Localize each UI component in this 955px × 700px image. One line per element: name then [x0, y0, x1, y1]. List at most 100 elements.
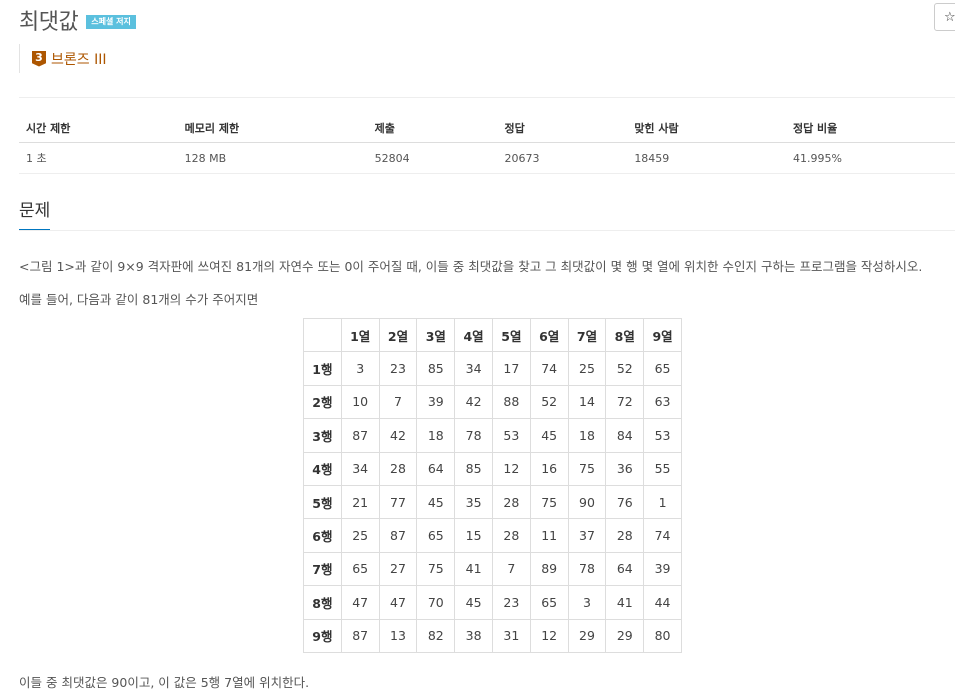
grid-cell: 42: [378, 418, 418, 453]
grid-cell: 16: [529, 451, 569, 486]
grid-cell: 52: [605, 351, 645, 386]
grid-cell: 38: [454, 618, 493, 653]
grid-cell: 12: [491, 451, 531, 486]
grid-cell: 80: [643, 618, 682, 653]
grid-cell: 52: [529, 384, 569, 420]
grid-row: 8행 47 47 70 45 23 65 3 41 44: [303, 585, 682, 620]
example-grid-table: 1열 2열 3열 4열 5열 6열 7열 8열 9열 1행 3 23 85 34 17 74 25 52 65 2행…: [303, 317, 682, 653]
grid-cell: 36: [605, 451, 645, 486]
header-submissions: 제출: [367, 114, 498, 143]
grid-cell: 13: [378, 618, 418, 653]
grid-cell: 25: [567, 351, 607, 386]
favorite-button[interactable]: ☆: [934, 3, 955, 31]
grid-cell: 31: [491, 618, 531, 653]
grid-column-header: 2열: [378, 317, 418, 353]
tier-info: 3 브론즈 III: [19, 44, 106, 73]
grid-row: 5행 21 77 45 35 28 75 90 76 1: [303, 484, 682, 520]
grid-cell: 28: [605, 518, 645, 553]
grid-column-header: 6열: [529, 317, 569, 353]
grid-cell: 65: [340, 551, 380, 587]
grid-column-header: 5열: [491, 317, 531, 353]
section-header: 문제: [19, 197, 955, 231]
grid-cell: 64: [605, 551, 645, 587]
grid-corner-cell: [303, 317, 342, 353]
grid-cell: 12: [529, 618, 569, 653]
grid-cell: 7: [491, 551, 531, 587]
grid-cell: 87: [340, 618, 380, 653]
grid-cell: 3: [567, 585, 607, 620]
grid-cell: 78: [567, 551, 607, 587]
grid-row-header: 6행: [303, 518, 342, 553]
grid-cell: 77: [378, 484, 418, 520]
grid-cell: 76: [605, 484, 645, 520]
grid-cell: 39: [416, 384, 456, 420]
grid-cell: 65: [416, 518, 456, 553]
grid-row: 3행 87 42 18 78 53 45 18 84 53: [303, 418, 682, 453]
grid-row-header: 7행: [303, 551, 342, 587]
grid-row-header: 5행: [303, 484, 342, 520]
grid-cell: 78: [454, 418, 493, 453]
grid-cell: 34: [340, 451, 380, 486]
grid-cell: 55: [643, 451, 682, 486]
value-solvers: 18459: [627, 142, 786, 174]
grid-cell: 45: [416, 484, 456, 520]
grid-cell: 45: [529, 418, 569, 453]
grid-cell: 42: [454, 384, 493, 420]
problem-title: 최댓값: [19, 10, 79, 35]
grid-column-header: 7열: [567, 317, 607, 353]
header-accepted: 정답: [497, 114, 628, 143]
section-title: 문제: [19, 197, 51, 230]
grid-cell: 89: [529, 551, 569, 587]
grid-cell: 63: [643, 384, 682, 420]
description-line-2: 예를 들어, 다음과 같이 81개의 수가 주어지면: [19, 292, 259, 307]
grid-cell: 45: [454, 585, 493, 620]
grid-cell: 34: [454, 351, 493, 386]
grid-cell: 47: [340, 585, 380, 620]
grid-cell: 65: [643, 351, 682, 386]
grid-row-header: 3행: [303, 418, 342, 453]
grid-cell: 39: [643, 551, 682, 587]
grid-cell: 10: [340, 384, 380, 420]
grid-cell: 88: [491, 384, 531, 420]
grid-row: 6행 25 87 65 15 28 11 37 28 74: [303, 518, 682, 553]
grid-column-header: 1열: [340, 317, 380, 353]
grid-cell: 72: [605, 384, 645, 420]
grid-cell: 47: [378, 585, 418, 620]
grid-row: 2행 10 7 39 42 88 52 14 72 63: [303, 384, 682, 420]
grid-cell: 82: [416, 618, 456, 653]
divider: [19, 97, 955, 98]
description-line-1: <그림 1>과 같이 9×9 격자판에 쓰여진 81개의 자연수 또는 0이 주…: [19, 259, 923, 274]
grid-cell: 87: [340, 418, 380, 453]
grid-cell: 75: [416, 551, 456, 587]
header-solvers: 맞힌 사람: [627, 114, 786, 143]
grid-row-header: 4행: [303, 451, 342, 486]
grid-cell: 1: [643, 484, 682, 520]
grid-cell: 37: [567, 518, 607, 553]
grid-cell: 23: [378, 351, 418, 386]
grid-row-header: 1행: [303, 351, 342, 386]
grid-column-header: 9열: [643, 317, 682, 353]
grid-cell: 74: [643, 518, 682, 553]
grid-row: 7행 65 27 75 41 7 89 78 64 39: [303, 551, 682, 587]
grid-cell: 11: [529, 518, 569, 553]
special-judge-badge[interactable]: 스페셜 저지: [86, 15, 136, 29]
grid-cell: 7: [378, 384, 418, 420]
grid-cell: 18: [416, 418, 456, 453]
grid-cell: 29: [605, 618, 645, 653]
value-accepted: 20673: [497, 142, 628, 174]
header-accept-ratio: 정답 비율: [785, 114, 955, 143]
grid-cell: 53: [491, 418, 531, 453]
value-accept-ratio: 41.995%: [785, 142, 955, 174]
tier-label[interactable]: 브론즈 III: [51, 49, 106, 69]
description-line-3: 이들 중 최댓값은 90이고, 이 값은 5행 7열에 위치한다.: [19, 675, 310, 690]
grid-cell: 28: [378, 451, 418, 486]
grid-cell: 75: [567, 451, 607, 486]
grid-cell: 21: [340, 484, 380, 520]
grid-row-header: 2행: [303, 384, 342, 420]
grid-column-header: 3열: [416, 317, 456, 353]
grid-cell: 85: [416, 351, 456, 386]
grid-cell: 75: [529, 484, 569, 520]
value-memory-limit: 128 MB: [177, 142, 368, 174]
header-time-limit: 시간 제한: [19, 114, 178, 143]
grid-cell: 74: [529, 351, 569, 386]
